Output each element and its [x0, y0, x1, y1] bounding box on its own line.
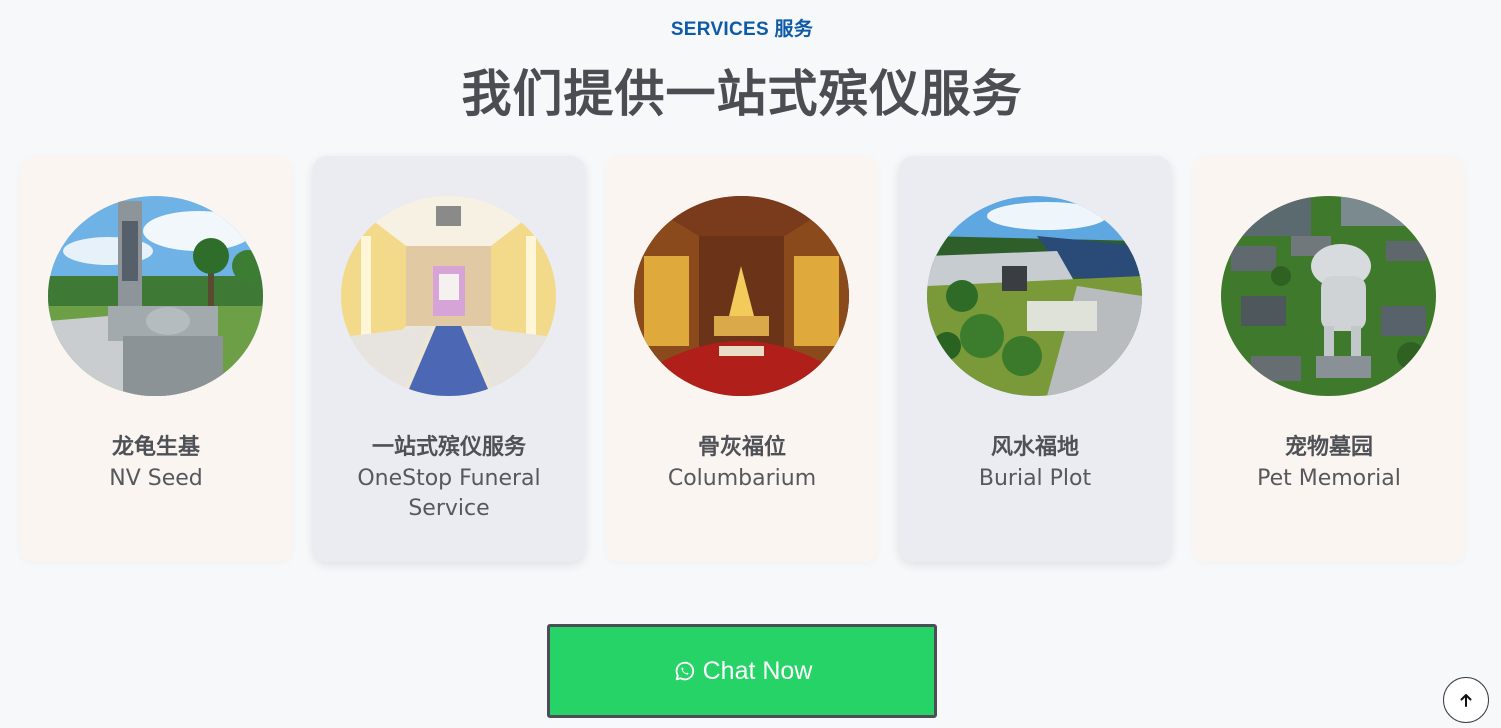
service-name-cn: 风水福地	[990, 435, 1079, 460]
page-title: 我们提供一站式殡仪服务	[461, 65, 1023, 123]
service-card-burial-plot[interactable]: 风水福地 Burial Plot	[899, 156, 1171, 562]
service-photo-tomb	[48, 196, 263, 396]
arrow-up-icon	[1458, 692, 1474, 708]
service-name-cn: 一站式殡仪服务	[371, 435, 526, 460]
service-card-pet-memorial[interactable]: 宠物墓园 Pet Memorial	[1193, 156, 1465, 562]
service-name-cn: 龙龟生基	[111, 435, 200, 460]
service-photo-columbarium	[634, 196, 849, 396]
service-name-en: Burial Plot	[978, 466, 1092, 491]
chat-now-button[interactable]: Chat Now	[547, 624, 937, 718]
chat-now-label: Chat Now	[702, 656, 813, 685]
service-name-en: Pet Memorial	[1257, 466, 1401, 491]
service-photo-hillside-cemetery	[927, 196, 1142, 396]
section-eyebrow: SERVICES 服务	[670, 19, 814, 40]
service-name-en: Columbarium	[667, 466, 817, 491]
service-card-nv-seed[interactable]: 龙龟生基 NV Seed	[20, 156, 292, 562]
back-to-top-button[interactable]	[1443, 677, 1489, 723]
service-name-en: NV Seed	[109, 466, 203, 491]
service-card-onestop-funeral[interactable]: 一站式殡仪服务 OneStop Funeral Service	[313, 156, 585, 562]
service-name-cn: 宠物墓园	[1284, 435, 1373, 460]
service-name-en: OneStop Funeral Service	[357, 466, 541, 521]
whatsapp-icon	[672, 659, 697, 684]
service-photo-pet-memorial	[1221, 196, 1436, 396]
service-photo-funeral-hall	[341, 196, 556, 396]
service-name-cn: 骨灰福位	[697, 435, 786, 460]
service-card-columbarium[interactable]: 骨灰福位 Columbarium	[606, 156, 878, 562]
